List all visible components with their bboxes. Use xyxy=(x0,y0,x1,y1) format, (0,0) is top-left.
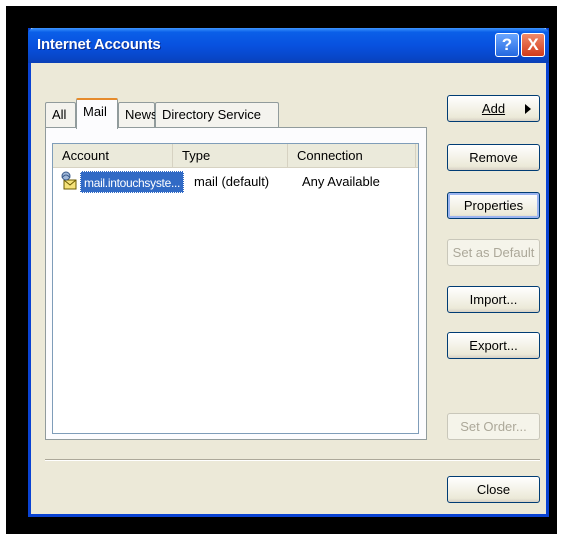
properties-button[interactable]: Properties xyxy=(447,192,540,219)
accounts-list[interactable]: Account Type Connection mail.intouchsyst… xyxy=(52,143,419,434)
set-order-button[interactable]: Set Order... xyxy=(447,413,540,440)
divider xyxy=(45,459,540,461)
help-button[interactable]: ? xyxy=(495,33,519,57)
account-type: mail (default) xyxy=(194,174,270,189)
tab-all[interactable]: All xyxy=(45,102,76,128)
add-button-label: Add xyxy=(481,101,506,116)
title-bar[interactable]: Internet Accounts ? X xyxy=(28,28,549,63)
close-button[interactable]: Close xyxy=(447,476,540,503)
tab-news[interactable]: News xyxy=(118,102,158,128)
tab-mail[interactable]: Mail xyxy=(76,98,118,129)
account-connection: Any Available xyxy=(302,174,380,189)
window-title: Internet Accounts xyxy=(37,36,161,53)
tab-directory-service[interactable]: Directory Service xyxy=(155,102,279,128)
internet-accounts-dialog: Internet Accounts ? X All Mail News Dire… xyxy=(28,28,549,517)
account-name: mail.intouchsyste... xyxy=(80,171,185,193)
remove-button[interactable]: Remove xyxy=(447,144,540,171)
set-as-default-button[interactable]: Set as Default xyxy=(447,239,540,266)
column-header-connection[interactable]: Connection xyxy=(288,144,416,168)
mail-account-icon xyxy=(61,171,79,191)
export-button[interactable]: Export... xyxy=(447,332,540,359)
column-header-account[interactable]: Account xyxy=(53,144,173,168)
column-header-type[interactable]: Type xyxy=(173,144,288,168)
mail-tab-panel: Account Type Connection mail.intouchsyst… xyxy=(45,127,427,440)
close-window-button[interactable]: X xyxy=(521,33,545,57)
arrow-right-icon xyxy=(525,104,531,114)
add-button[interactable]: Add xyxy=(447,95,540,122)
table-row[interactable]: mail.intouchsyste... mail (default) Any … xyxy=(53,171,418,193)
import-button[interactable]: Import... xyxy=(447,286,540,313)
list-header: Account Type Connection xyxy=(53,144,418,168)
